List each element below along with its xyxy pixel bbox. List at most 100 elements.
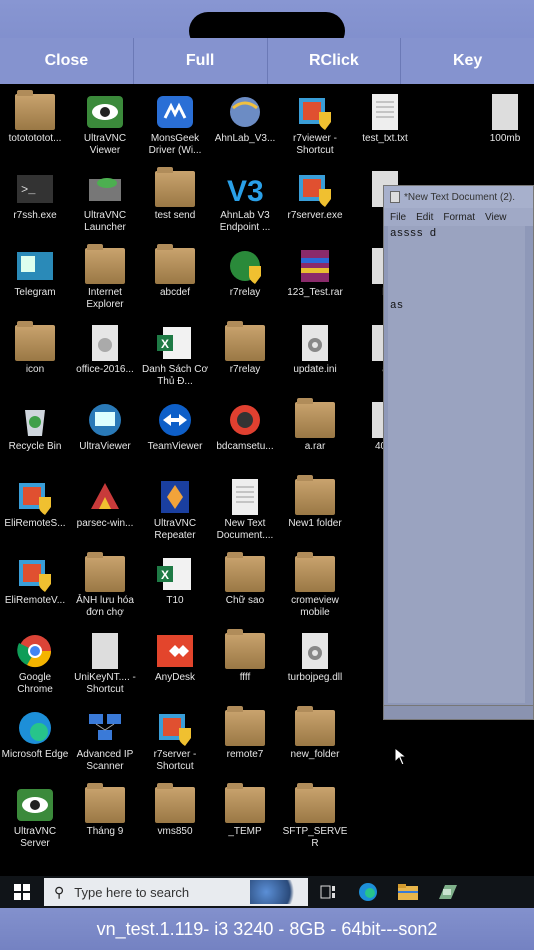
- desktop-icon-label: MonsGeek Driver (Wi...: [148, 133, 202, 156]
- parsec-icon: [85, 479, 125, 515]
- desktop-icon-label: UltraViewer: [79, 441, 131, 452]
- desktop-icon[interactable]: V3 AhnLab V3 Endpoint ...: [210, 167, 280, 234]
- folder-icon: [225, 783, 265, 823]
- terminal-icon: >_: [15, 171, 55, 207]
- taskbar-search-box[interactable]: ⚲ Type here to search: [44, 878, 308, 906]
- desktop-icon[interactable]: vms850: [140, 783, 210, 838]
- desktop-icon[interactable]: remote7: [210, 706, 280, 761]
- desktop-icon[interactable]: Microsoft Edge: [0, 706, 70, 761]
- desktop-icon[interactable]: AhnLab_V3...: [210, 90, 280, 145]
- desktop-icon[interactable]: a.rar: [280, 398, 350, 453]
- desktop-icon[interactable]: tototototot...: [0, 90, 70, 145]
- desktop-icon[interactable]: 123_Test.rar: [280, 244, 350, 299]
- desktop-icon[interactable]: AnyDesk: [140, 629, 210, 684]
- ultravnc-repeater-icon: [155, 479, 195, 515]
- ultravnc-launcher-icon: [85, 171, 125, 207]
- desktop-icon[interactable]: ẢNH lưu hóa đơn chợ: [70, 552, 140, 619]
- desktop-icon[interactable]: Tháng 9: [70, 783, 140, 838]
- desktop-icon[interactable]: test_txt.txt: [350, 90, 420, 145]
- desktop-icon-label: 123_Test.rar: [287, 287, 343, 298]
- desktop-icon[interactable]: Internet Explorer: [70, 244, 140, 311]
- excel-icon: X: [155, 556, 195, 592]
- desktop-icon[interactable]: New1 folder: [280, 475, 350, 530]
- desktop-icon[interactable]: UltraViewer: [70, 398, 140, 453]
- desktop-icon[interactable]: r7relay: [210, 244, 280, 299]
- desktop-icon[interactable]: test send: [140, 167, 210, 222]
- file-icon: [85, 633, 125, 669]
- desktop-icon[interactable]: new_folder: [280, 706, 350, 761]
- close-button[interactable]: Close: [0, 38, 134, 84]
- full-button[interactable]: Full: [133, 38, 268, 84]
- desktop-icon[interactable]: parsec-win...: [70, 475, 140, 530]
- desktop-icon[interactable]: bdcamsetu...: [210, 398, 280, 453]
- svg-text:V3: V3: [227, 175, 264, 207]
- right-click-button[interactable]: RClick: [267, 38, 402, 84]
- desktop-icon[interactable]: ffff: [210, 629, 280, 684]
- desktop-icon-label: UniKeyNT.... - Shortcut: [74, 672, 136, 695]
- desktop-icon[interactable]: icon: [0, 321, 70, 376]
- desktop-icon-label: Chữ sao: [225, 595, 265, 606]
- desktop-icon-label: r7viewer - Shortcut: [293, 133, 337, 156]
- desktop-icon[interactable]: New Text Document....: [210, 475, 280, 542]
- menu-file[interactable]: File: [390, 212, 406, 223]
- desktop-icon[interactable]: UltraVNC Launcher: [70, 167, 140, 234]
- notepad-horizontal-scrollbar[interactable]: [384, 705, 533, 719]
- desktop-icon-label: office-2016...: [76, 364, 134, 375]
- desktop-icon-label: AhnLab V3 Endpoint ...: [219, 210, 271, 233]
- edge-taskbar-icon[interactable]: [348, 876, 388, 908]
- desktop-icon-label: cromeview mobile: [291, 595, 339, 618]
- office-icon: [85, 325, 125, 361]
- desktop-icon[interactable]: Advanced IP Scanner: [70, 706, 140, 773]
- desktop-icon[interactable]: UltraVNC Repeater: [140, 475, 210, 542]
- desktop-icon[interactable]: _TEMP: [210, 783, 280, 838]
- desktop-icon[interactable]: UltraVNC Viewer: [70, 90, 140, 157]
- windows-taskbar: ⚲ Type here to search: [0, 876, 534, 908]
- r7relay-icon: [225, 248, 265, 284]
- task-view-icon[interactable]: [308, 876, 348, 908]
- desktop-icon[interactable]: update.ini: [280, 321, 350, 376]
- desktop-icon[interactable]: X Danh Sách Cơ Thủ Đ...: [140, 321, 210, 388]
- start-button[interactable]: [0, 876, 44, 908]
- desktop-icon-label: SFTP_SERVER: [282, 826, 348, 849]
- notepad-window[interactable]: *New Text Document (2). File Edit Format…: [383, 185, 534, 720]
- desktop-icon[interactable]: SFTP_SERVER: [280, 783, 350, 850]
- desktop-icon[interactable]: MonsGeek Driver (Wi...: [140, 90, 210, 157]
- desktop-icon[interactable]: r7viewer - Shortcut: [280, 90, 350, 157]
- desktop-icon[interactable]: UltraVNC Server: [0, 783, 70, 850]
- desktop-icon[interactable]: UniKeyNT.... - Shortcut: [70, 629, 140, 696]
- notepad-text-area[interactable]: assss d as: [388, 226, 525, 703]
- desktop-icon[interactable]: cromeview mobile: [280, 552, 350, 619]
- notepad-icon: [390, 191, 400, 203]
- desktop-icon[interactable]: EliRemoteS...: [0, 475, 70, 530]
- folder-icon: [155, 783, 195, 823]
- desktop-icon[interactable]: Recycle Bin: [0, 398, 70, 453]
- desktop-icon[interactable]: r7server.exe: [280, 167, 350, 222]
- desktop-icon[interactable]: office-2016...: [70, 321, 140, 376]
- desktop-icon[interactable]: X T10: [140, 552, 210, 607]
- winrar-icon: [295, 248, 335, 284]
- desktop-icon-label: icon: [25, 364, 45, 375]
- desktop-icon[interactable]: TeamViewer: [140, 398, 210, 453]
- menu-view[interactable]: View: [485, 212, 507, 223]
- desktop-icon-label: Danh Sách Cơ Thủ Đ...: [141, 364, 209, 387]
- folder-icon: [225, 321, 265, 361]
- desktop-icon[interactable]: r7server - Shortcut: [140, 706, 210, 773]
- key-button[interactable]: Key: [401, 38, 534, 84]
- desktop-icon[interactable]: 100mb: [470, 90, 534, 145]
- menu-edit[interactable]: Edit: [416, 212, 433, 223]
- desktop-icon-label: r7relay: [229, 364, 261, 375]
- desktop-icon[interactable]: Google Chrome: [0, 629, 70, 696]
- desktop-icon-label: Google Chrome: [17, 672, 53, 695]
- desktop-icon[interactable]: Telegram: [0, 244, 70, 299]
- file-explorer-taskbar-icon[interactable]: [388, 876, 428, 908]
- desktop-icon[interactable]: Chữ sao: [210, 552, 280, 607]
- desktop-icon[interactable]: r7relay: [210, 321, 280, 376]
- desktop-icon[interactable]: turbojpeg.dll: [280, 629, 350, 684]
- notepad-title-bar[interactable]: *New Text Document (2).: [384, 186, 533, 208]
- desktop-icon[interactable]: >_ r7ssh.exe: [0, 167, 70, 222]
- remote-app-taskbar-icon[interactable]: [428, 876, 468, 908]
- desktop-icon[interactable]: abcdef: [140, 244, 210, 299]
- notepad-title: *New Text Document (2).: [404, 191, 515, 203]
- desktop-icon[interactable]: EliRemoteV...: [0, 552, 70, 607]
- menu-format[interactable]: Format: [443, 212, 475, 223]
